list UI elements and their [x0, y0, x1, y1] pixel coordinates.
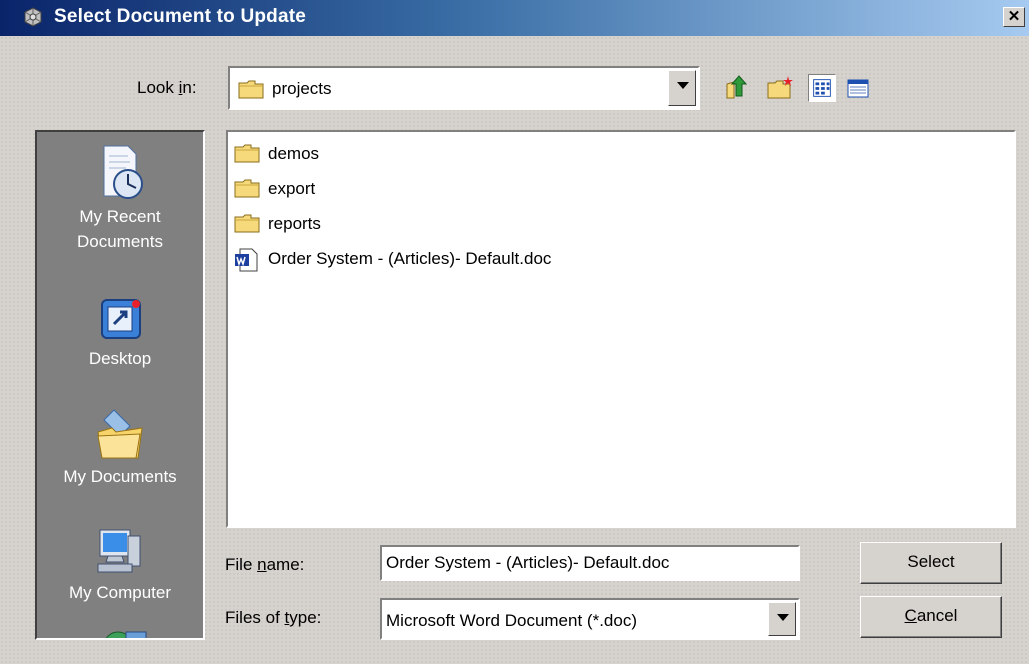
file-type-dropdown[interactable]: Microsoft Word Document (*.doc): [380, 598, 800, 640]
select-document-dialog: Select Document to Update ✕ Look in: pro…: [0, 0, 1029, 664]
cancel-button[interactable]: Cancel: [860, 596, 1002, 638]
look-in-dropdown[interactable]: projects: [228, 66, 700, 110]
file-type-label: Files of type:: [225, 608, 322, 627]
place-label: Desktop: [88, 349, 152, 368]
file-name: demos: [268, 144, 320, 163]
title-bar[interactable]: Select Document to Update ✕: [0, 0, 1029, 36]
recent-documents-icon: [103, 145, 143, 199]
place-label: Documents: [77, 232, 163, 251]
chevron-down-icon: [677, 82, 689, 89]
look-in-label: Look in:: [137, 78, 197, 97]
file-type-dropdown-button[interactable]: [768, 602, 796, 636]
desktop-icon: [101, 299, 141, 339]
place-label: My Documents: [63, 467, 177, 486]
file-name: reports: [268, 214, 321, 233]
word-document-icon: [235, 248, 258, 272]
up-one-level-icon[interactable]: [722, 74, 750, 102]
chevron-down-icon: [777, 614, 789, 621]
file-name: export: [268, 179, 316, 198]
file-name: Order System - (Articles)- Default.doc: [268, 249, 552, 268]
file-name-label: File name:: [225, 555, 305, 574]
app-icon: [24, 7, 42, 27]
file-list[interactable]: demos export reports Order System - (Art…: [226, 130, 1016, 528]
folder-icon: [238, 80, 264, 99]
file-name-input[interactable]: Order System - (Articles)- Default.doc: [380, 545, 800, 581]
place-label: My Recent: [79, 207, 161, 226]
file-type-value: Microsoft Word Document (*.doc): [386, 611, 637, 630]
places-bar: My Recent Documents Desktop My Documents: [35, 130, 205, 640]
window-title: Select Document to Update: [54, 6, 307, 27]
place-my-recent-documents[interactable]: My Recent Documents: [37, 142, 203, 254]
my-computer-icon: [97, 529, 141, 573]
place-my-documents[interactable]: My Documents: [37, 406, 203, 489]
folder-icon: [234, 214, 260, 233]
create-new-folder-icon[interactable]: [766, 74, 794, 102]
my-documents-icon: [97, 409, 143, 459]
folder-icon: [234, 144, 260, 163]
list-view-icon[interactable]: [808, 74, 836, 102]
close-icon: ✕: [1007, 8, 1021, 25]
place-label: My Computer: [68, 583, 172, 602]
select-button[interactable]: Select: [860, 542, 1002, 584]
look-in-value: projects: [272, 79, 332, 98]
network-icon: [105, 631, 147, 638]
close-button[interactable]: ✕: [1003, 7, 1025, 27]
place-my-computer[interactable]: My Computer: [37, 524, 203, 605]
place-desktop[interactable]: Desktop: [37, 294, 203, 371]
look-in-dropdown-button[interactable]: [668, 70, 696, 106]
folder-icon: [234, 179, 260, 198]
details-view-icon[interactable]: [844, 74, 872, 102]
